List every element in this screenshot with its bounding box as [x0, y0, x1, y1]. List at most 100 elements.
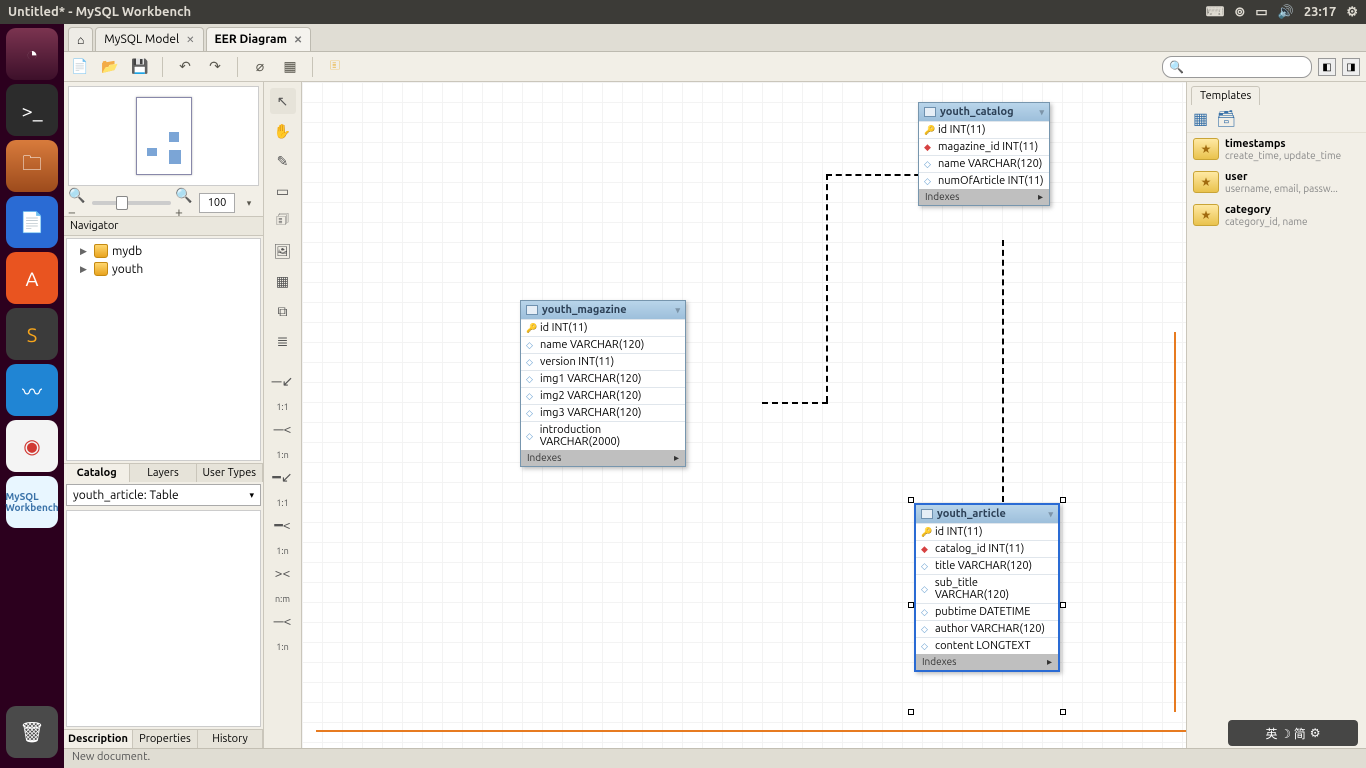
zoom-slider[interactable]: [92, 201, 171, 205]
object-details[interactable]: [66, 510, 261, 727]
redo-icon[interactable]: ↷: [205, 57, 225, 77]
new-file-icon[interactable]: 📄: [70, 57, 90, 77]
diagram-overview[interactable]: [68, 86, 259, 186]
chevron-down-icon[interactable]: ▾: [675, 305, 680, 316]
template-item[interactable]: ★timestampscreate_time, update_time: [1187, 133, 1366, 166]
tab-layers[interactable]: Layers: [130, 464, 196, 482]
tab-description[interactable]: Description: [64, 730, 133, 748]
template-add-icon[interactable]: ▦: [1193, 109, 1208, 128]
undo-icon[interactable]: ↶: [175, 57, 195, 77]
chrome-icon[interactable]: ◉: [6, 420, 58, 472]
eraser-tool[interactable]: ✎: [270, 148, 296, 174]
tab-history[interactable]: History: [198, 730, 263, 748]
toggle-left-panel[interactable]: ◧: [1318, 58, 1336, 76]
table-tool[interactable]: ▦: [270, 268, 296, 294]
sysmon-icon[interactable]: 〰: [6, 364, 58, 416]
column-row[interactable]: 🔑id INT(11): [521, 319, 685, 336]
column-row[interactable]: ◇author VARCHAR(120): [916, 620, 1058, 637]
tab-properties[interactable]: Properties: [133, 730, 198, 748]
zoom-out-icon[interactable]: 🔍−: [68, 193, 88, 213]
image-tool[interactable]: 🖼: [270, 238, 296, 264]
open-folder-icon[interactable]: 📂: [100, 57, 120, 77]
clock[interactable]: 23:17: [1304, 5, 1337, 19]
column-row[interactable]: ◇title VARCHAR(120): [916, 557, 1058, 574]
search-input[interactable]: 🔍: [1162, 56, 1312, 78]
tab-usertypes[interactable]: User Types: [197, 464, 263, 482]
table-youth-magazine[interactable]: youth_magazine▾ 🔑id INT(11)◇name VARCHAR…: [520, 300, 686, 467]
tab-home[interactable]: ⌂: [68, 27, 93, 51]
routine-tool[interactable]: ≣: [270, 328, 296, 354]
table-youth-catalog[interactable]: youth_catalog▾ 🔑id INT(11)◆magazine_id I…: [918, 102, 1050, 206]
layer-tool[interactable]: ▭: [270, 178, 296, 204]
schema-node[interactable]: ▶mydb: [70, 242, 257, 260]
hand-tool[interactable]: ✋: [270, 118, 296, 144]
rel-pick-tool[interactable]: ─<: [270, 608, 296, 634]
battery-icon[interactable]: ▭: [1255, 5, 1267, 20]
column-row[interactable]: ◇name VARCHAR(120): [919, 155, 1049, 172]
rel-11-ni-tool[interactable]: ─↙: [270, 368, 296, 394]
rel-nm-tool[interactable]: ><: [270, 560, 296, 586]
schema-tree[interactable]: ▶mydb ▶youth: [66, 238, 261, 461]
diagram-canvas[interactable]: youth_magazine▾ 🔑id INT(11)◇name VARCHAR…: [302, 82, 1186, 748]
chevron-down-icon[interactable]: ▾: [1039, 107, 1044, 118]
terminal-icon[interactable]: >_: [6, 84, 58, 136]
zoom-input[interactable]: [199, 193, 235, 213]
grid-icon[interactable]: ▦: [280, 57, 300, 77]
workbench-icon[interactable]: MySQLWorkbench: [6, 476, 58, 528]
page-border: [1174, 332, 1176, 712]
writer-icon[interactable]: 📄: [6, 196, 58, 248]
software-centre-icon[interactable]: A: [6, 252, 58, 304]
files-icon[interactable]: 🗀: [6, 140, 58, 192]
new-note-icon[interactable]: 🗉: [325, 57, 345, 77]
column-row[interactable]: ◇name VARCHAR(120): [521, 336, 685, 353]
snap-icon[interactable]: ⌀: [250, 57, 270, 77]
dash-icon[interactable]: ◔: [6, 28, 58, 80]
template-item[interactable]: ★userusername, email, passw...: [1187, 166, 1366, 199]
column-row[interactable]: ◇img1 VARCHAR(120): [521, 370, 685, 387]
chevron-down-icon[interactable]: ▾: [1048, 509, 1053, 520]
view-tool[interactable]: ⧉: [270, 298, 296, 324]
column-row[interactable]: 🔑id INT(11): [916, 523, 1058, 540]
tab-catalog[interactable]: Catalog: [64, 464, 130, 482]
tab-mysql-model[interactable]: MySQL Model✕: [95, 27, 203, 51]
schema-node[interactable]: ▶youth: [70, 260, 257, 278]
column-row[interactable]: ◇pubtime DATETIME: [916, 603, 1058, 620]
pointer-tool[interactable]: ↖: [270, 88, 296, 114]
gear-icon[interactable]: ⚙: [1346, 5, 1358, 20]
template-item[interactable]: ★categorycategory_id, name: [1187, 199, 1366, 232]
column-row[interactable]: ◆magazine_id INT(11): [919, 138, 1049, 155]
sublime-icon[interactable]: S: [6, 308, 58, 360]
zoom-dropdown-icon[interactable]: ▾: [239, 193, 259, 213]
column-row[interactable]: ◇img3 VARCHAR(120): [521, 404, 685, 421]
column-row[interactable]: ◇introduction VARCHAR(2000): [521, 421, 685, 450]
column-row[interactable]: ◇version INT(11): [521, 353, 685, 370]
template-table-icon[interactable]: 🗃: [1216, 109, 1236, 128]
table-youth-article[interactable]: youth_article▾ 🔑id INT(11)◆catalog_id IN…: [914, 503, 1060, 672]
rel-1n-ni-tool[interactable]: ─<: [270, 416, 296, 442]
column-row[interactable]: ◇numOfArticle INT(11): [919, 172, 1049, 189]
wifi-icon[interactable]: ⊚: [1234, 5, 1245, 20]
volume-icon[interactable]: 🔊: [1278, 5, 1294, 20]
trash-icon[interactable]: 🗑: [6, 706, 58, 758]
column-row[interactable]: 🔑id INT(11): [919, 121, 1049, 138]
zoom-in-icon[interactable]: 🔍+: [175, 193, 195, 213]
tab-eer-diagram[interactable]: EER Diagram✕: [206, 27, 312, 51]
indexes-row[interactable]: Indexes▸: [521, 450, 685, 466]
toggle-right-panel[interactable]: ◨: [1342, 58, 1360, 76]
keyboard-icon[interactable]: ⌨: [1206, 5, 1225, 20]
column-row[interactable]: ◇content LONGTEXT: [916, 637, 1058, 654]
close-icon[interactable]: ✕: [294, 34, 302, 46]
close-icon[interactable]: ✕: [186, 34, 194, 46]
rel-11-i-tool[interactable]: ━↙: [270, 464, 296, 490]
rel-1n-i-tool[interactable]: ━<: [270, 512, 296, 538]
tab-templates[interactable]: Templates: [1191, 86, 1260, 105]
column-row[interactable]: ◇sub_title VARCHAR(120): [916, 574, 1058, 603]
column-row[interactable]: ◆catalog_id INT(11): [916, 540, 1058, 557]
indexes-row[interactable]: Indexes▸: [916, 654, 1058, 670]
column-row[interactable]: ◇img2 VARCHAR(120): [521, 387, 685, 404]
indexes-row[interactable]: Indexes▸: [919, 189, 1049, 205]
ime-indicator[interactable]: 英 ☽ 简⚙: [1228, 720, 1358, 746]
text-tool[interactable]: 🗊: [270, 208, 296, 234]
save-icon[interactable]: 💾: [130, 57, 150, 77]
selected-object-dropdown[interactable]: youth_article: Table▾: [66, 484, 261, 506]
